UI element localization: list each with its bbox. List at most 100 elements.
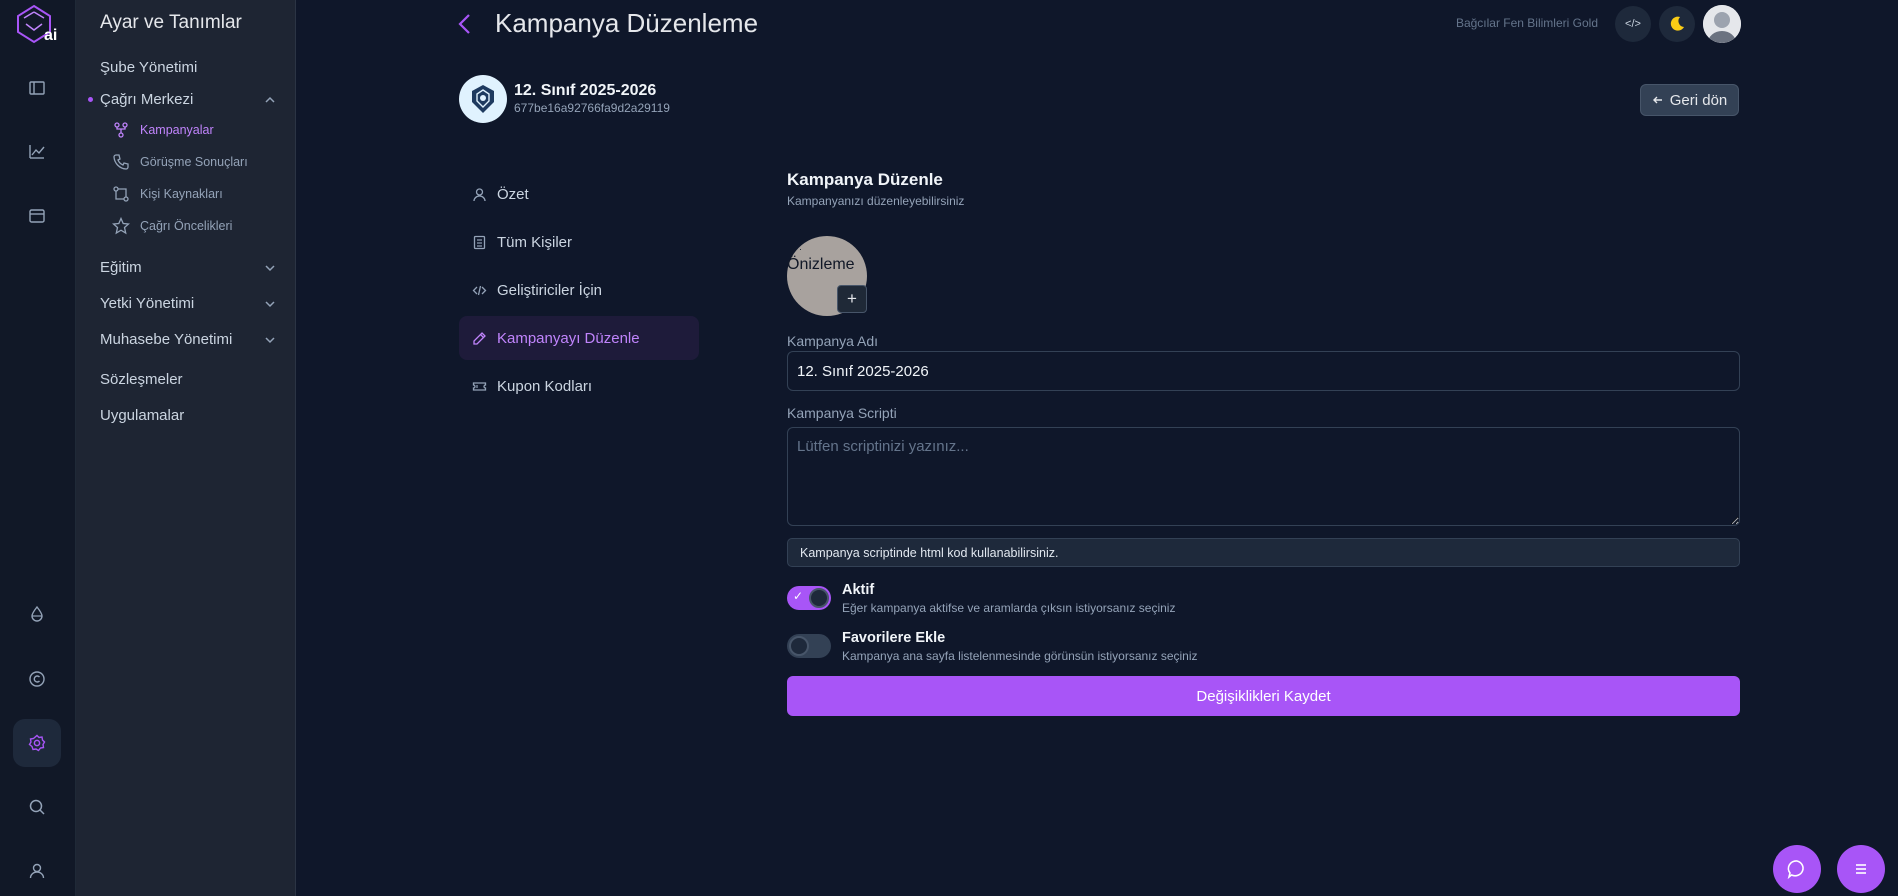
theme-toggle-button[interactable] bbox=[1659, 6, 1695, 42]
arrow-left-icon bbox=[1652, 96, 1662, 104]
favorite-label: Favorilere Ekle bbox=[842, 630, 946, 646]
tab-tum-kisiler[interactable]: Tüm Kişiler bbox=[459, 220, 699, 264]
save-button-label: Değişiklikleri Kaydet bbox=[1196, 687, 1331, 705]
settings-icon bbox=[28, 734, 46, 752]
submenu-item-cagri-oncelikleri[interactable]: Çağrı Öncelikleri bbox=[112, 217, 232, 235]
moon-icon bbox=[1670, 16, 1684, 31]
avatar[interactable] bbox=[1703, 5, 1741, 43]
tab-label: Kampanyayı Düzenle bbox=[497, 329, 640, 347]
submenu-item-label: Kişi Kaynakları bbox=[140, 187, 223, 201]
submenu-item-gorusme-sonuclari[interactable]: Görüşme Sonuçları bbox=[112, 153, 248, 171]
chat-button[interactable] bbox=[1773, 845, 1821, 893]
list-icon bbox=[473, 235, 486, 249]
name-label: Kampanya Adı bbox=[787, 333, 879, 349]
save-changes-button[interactable]: Değişiklikleri Kaydet bbox=[787, 676, 1740, 716]
sidebar-icon bbox=[29, 81, 45, 95]
menu-item-label: Yetki Yönetimi bbox=[100, 295, 195, 312]
chevron-down-icon bbox=[265, 300, 275, 307]
form-title: Kampanya Düzenle bbox=[787, 170, 943, 189]
menu-item-label: Çağrı Merkezi bbox=[100, 91, 194, 108]
menu-item-sube-yonetimi[interactable]: Şube Yönetimi bbox=[100, 59, 277, 76]
image-preview[interactable]: · Önizleme + bbox=[787, 236, 867, 316]
campaign-script-textarea[interactable] bbox=[787, 427, 1740, 526]
tab-label: Geliştiriciler İçin bbox=[497, 281, 603, 299]
menu-item-egitim[interactable]: Eğitim bbox=[100, 259, 277, 276]
submenu-item-kampanyalar[interactable]: Kampanyalar bbox=[112, 121, 214, 139]
avatar-image bbox=[1703, 5, 1741, 43]
submenu-item-kisi-kaynaklari[interactable]: Kişi Kaynakları bbox=[112, 185, 223, 203]
upload-image-button[interactable]: + bbox=[837, 285, 867, 313]
branch-icon bbox=[114, 122, 128, 138]
menu-item-label: Uygulamalar bbox=[100, 407, 185, 424]
toggle-knob bbox=[809, 588, 829, 608]
branch-name[interactable]: Bağcılar Fen Bilimleri Gold bbox=[1456, 16, 1598, 30]
tab-kampanyayi-duzenle[interactable]: Kampanyayı Düzenle bbox=[459, 316, 699, 360]
active-dot bbox=[88, 97, 93, 102]
menu-item-cagri-merkezi[interactable]: Çağrı Merkezi bbox=[88, 91, 277, 108]
menu-button[interactable] bbox=[1837, 845, 1885, 893]
menu-item-muhasebe-yonetimi[interactable]: Muhasebe Yönetimi bbox=[100, 331, 277, 348]
rail-drop-button[interactable] bbox=[13, 590, 61, 638]
back-button-label: Geri dön bbox=[1669, 91, 1728, 109]
page-title: Kampanya Düzenleme bbox=[495, 8, 759, 38]
app-logo[interactable]: ai bbox=[10, 2, 62, 46]
tab-gelistiriciler-icin[interactable]: Geliştiriciler İçin bbox=[459, 268, 699, 312]
star-icon bbox=[112, 217, 130, 235]
campaign-logo bbox=[459, 75, 507, 123]
campaign-name-input[interactable] bbox=[787, 351, 1740, 391]
merge-icon bbox=[113, 186, 129, 202]
campaign-id: 677be16a92766fa9d2a29119 bbox=[514, 101, 670, 115]
pencil-icon bbox=[473, 331, 486, 345]
rail-chart-button[interactable] bbox=[13, 128, 61, 176]
drop-icon bbox=[31, 605, 43, 622]
check-icon: ✓ bbox=[793, 589, 804, 603]
copyright-icon bbox=[29, 671, 45, 687]
menu-item-label: Şube Yönetimi bbox=[100, 59, 198, 76]
chat-icon bbox=[1787, 860, 1804, 880]
rail-sidebar-button[interactable] bbox=[13, 64, 61, 112]
user-icon bbox=[473, 187, 486, 201]
active-toggle[interactable]: ✓ bbox=[787, 586, 831, 610]
script-label: Kampanya Scripti bbox=[787, 405, 897, 421]
settings-menu: Ayar ve Tanımlar Şube Yönetimi Çağrı Mer… bbox=[76, 0, 296, 896]
favorite-toggle[interactable] bbox=[787, 634, 831, 658]
rail-search-button[interactable] bbox=[13, 783, 61, 831]
chevron-down-icon bbox=[265, 264, 275, 271]
preview-marker: · bbox=[799, 244, 802, 254]
menu-title: Ayar ve Tanımlar bbox=[100, 12, 242, 33]
chevron-down-icon bbox=[265, 336, 275, 343]
rail-settings-button[interactable] bbox=[13, 719, 61, 767]
campaign-name: 12. Sınıf 2025-2026 bbox=[514, 82, 657, 99]
hamburger-icon bbox=[1856, 864, 1866, 874]
preview-label: Önizleme bbox=[787, 256, 855, 273]
favorite-description: Kampanya ana sayfa listelenmesinde görün… bbox=[842, 649, 1198, 663]
menu-item-yetki-yonetimi[interactable]: Yetki Yönetimi bbox=[100, 295, 277, 312]
form-subtitle: Kampanyanızı düzenleyebilirsiniz bbox=[787, 194, 965, 208]
rail-copyright-button[interactable] bbox=[13, 655, 61, 703]
tab-kupon-kodlari[interactable]: Kupon Kodları bbox=[459, 364, 699, 408]
back-button[interactable]: Geri dön bbox=[1640, 84, 1739, 116]
active-label: Aktif bbox=[842, 582, 875, 598]
user-icon bbox=[29, 863, 45, 879]
toggle-knob bbox=[789, 636, 809, 656]
icon-rail: ai bbox=[0, 0, 76, 896]
calendar-icon bbox=[29, 209, 45, 223]
script-info-banner: Kampanya scriptinde html kod kullanabili… bbox=[787, 538, 1740, 567]
code-icon bbox=[472, 285, 487, 295]
plus-icon: + bbox=[847, 289, 857, 308]
info-text: Kampanya scriptinde html kod kullanabili… bbox=[800, 545, 1059, 560]
menu-item-uygulamalar[interactable]: Uygulamalar bbox=[100, 407, 277, 424]
rail-calendar-button[interactable] bbox=[13, 192, 61, 240]
logo-text: ai bbox=[44, 27, 57, 44]
submenu-item-label: Çağrı Öncelikleri bbox=[140, 219, 233, 233]
developer-button[interactable]: </> bbox=[1615, 6, 1651, 42]
tab-ozet[interactable]: Özet bbox=[459, 172, 699, 216]
menu-item-label: Sözleşmeler bbox=[100, 371, 183, 388]
phone-icon bbox=[113, 154, 129, 170]
logo-icon: ai bbox=[17, 4, 57, 44]
menu-item-sozlesmeler[interactable]: Sözleşmeler bbox=[100, 371, 277, 388]
shield-logo-icon bbox=[472, 85, 494, 113]
rail-user-button[interactable] bbox=[13, 847, 61, 895]
chart-icon bbox=[29, 145, 45, 159]
header-back-button[interactable] bbox=[452, 10, 478, 38]
